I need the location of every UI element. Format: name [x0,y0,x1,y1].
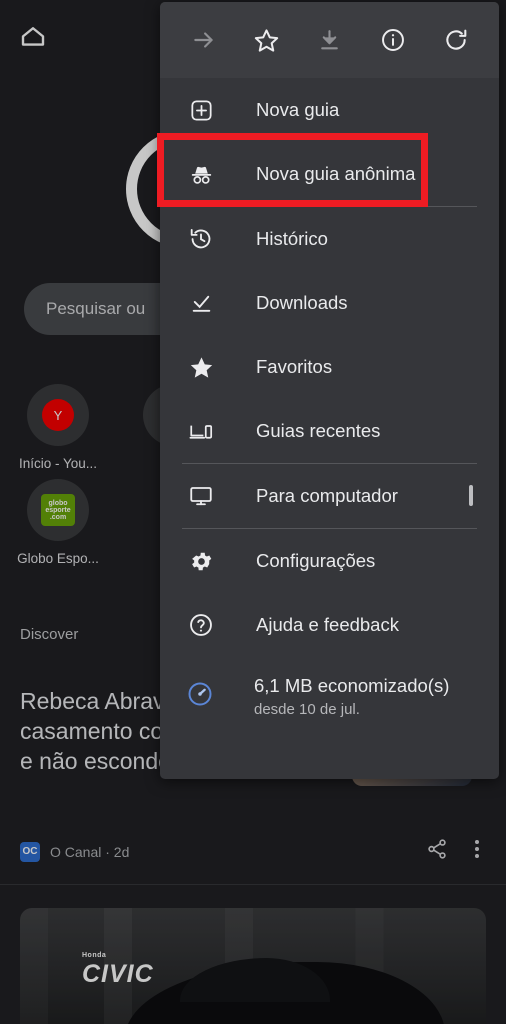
data-saver-gauge-icon [186,680,214,713]
chrome-main-menu: Nova guia Nova guia anônima Histórico Do… [160,2,499,779]
menu-item-label-recent-tabs: Guias recentes [256,420,381,441]
history-icon [186,224,216,254]
bookmarks-star-icon [186,352,216,382]
menu-item-new-incognito-tab[interactable]: Nova guia anônima [160,142,499,206]
downloads-icon [186,288,216,318]
menu-item-bookmarks[interactable]: Favoritos [160,335,499,399]
menu-item-label-downloads: Downloads [256,292,348,313]
data-savings-since: desde 10 de jul. [254,700,360,718]
data-savings-amount: 6,1 MB economizado(s) [254,674,450,696]
menu-quick-actions-toolbar [160,2,499,78]
new-tab-icon [186,95,216,125]
desktop-site-checkbox[interactable] [469,485,473,506]
menu-item-label-bookmarks: Favoritos [256,356,333,377]
desktop-site-icon [186,481,216,511]
menu-item-label-settings: Configurações [256,550,376,571]
menu-item-label-history: Histórico [256,228,328,249]
menu-item-settings[interactable]: Configurações [160,529,499,593]
menu-item-new-tab[interactable]: Nova guia [160,78,499,142]
menu-item-downloads[interactable]: Downloads [160,271,499,335]
help-icon [186,610,216,640]
menu-item-help-feedback[interactable]: Ajuda e feedback [160,593,499,657]
menu-item-label-help-feedback: Ajuda e feedback [256,614,399,635]
data-savings-text: 6,1 MB economizado(s) desde 10 de jul. [254,675,449,718]
bookmark-star-icon[interactable] [246,19,288,61]
recent-tabs-icon [186,416,216,446]
menu-item-desktop-site[interactable]: Para computador [160,464,499,528]
forward-icon[interactable] [183,19,225,61]
menu-item-history[interactable]: Histórico [160,207,499,271]
download-icon[interactable] [309,19,351,61]
menu-item-label-new-tab: Nova guia [256,99,340,120]
reload-icon[interactable] [435,19,477,61]
incognito-icon [186,159,216,189]
settings-gear-icon [186,546,216,576]
menu-item-label-new-incognito-tab: Nova guia anônima [256,163,416,184]
menu-item-data-savings[interactable]: 6,1 MB economizado(s) desde 10 de jul. [160,657,499,735]
menu-item-label-desktop-site: Para computador [256,485,398,506]
page-info-icon[interactable] [372,19,414,61]
menu-item-recent-tabs[interactable]: Guias recentes [160,399,499,463]
